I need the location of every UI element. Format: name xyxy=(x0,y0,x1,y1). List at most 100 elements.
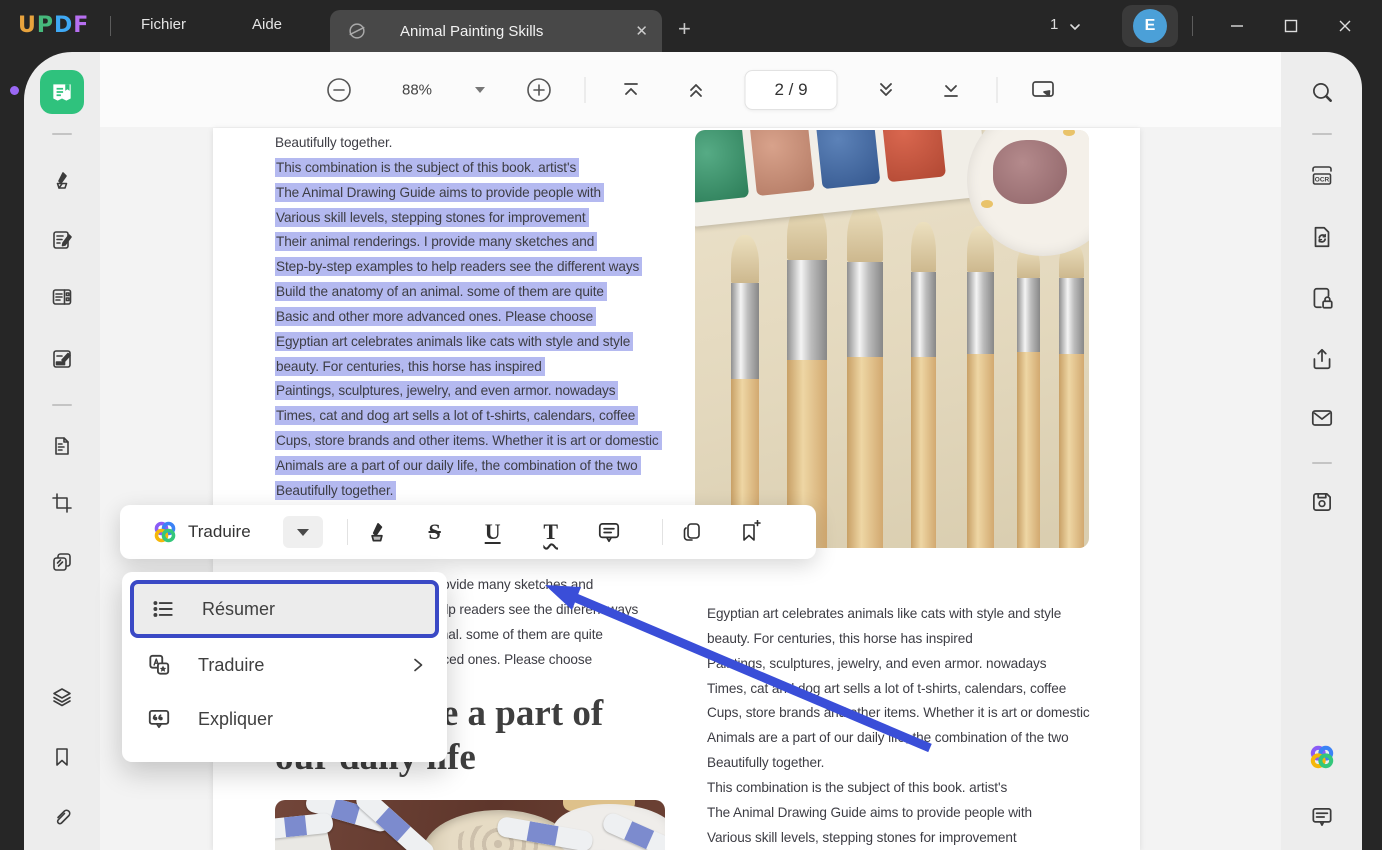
pdf-image-paint-tubes xyxy=(275,800,665,850)
app-shell: 88% 2 / 9 xyxy=(24,52,1362,850)
paintbrush xyxy=(731,235,759,548)
layers-icon xyxy=(50,685,74,709)
close-icon xyxy=(1338,19,1352,33)
tab-close-icon[interactable]: ✕ xyxy=(635,22,648,40)
sidebar-item-comment[interactable] xyxy=(42,160,82,200)
pdf-text-line: Build the anatomy of an animal. some of … xyxy=(275,280,662,305)
save-icon xyxy=(1309,489,1335,515)
sidebar-item-ocr[interactable]: OCR xyxy=(1302,156,1342,196)
ocr-icon: OCR xyxy=(1309,163,1335,189)
pdf-text-line: Cups, store brands and other items. Whet… xyxy=(275,429,662,454)
sidebar-item-bookmarks[interactable] xyxy=(42,737,82,777)
pdf-text-line: Step-by-step examples to help readers se… xyxy=(275,255,662,280)
account-button[interactable]: E xyxy=(1122,5,1178,47)
pdf-text-line: Beautifully together. xyxy=(275,479,662,504)
sidebar-item-convert[interactable] xyxy=(1302,217,1342,257)
menu-item-summarize[interactable]: Résumer xyxy=(130,580,439,638)
document-tab[interactable]: Animal Painting Skills ✕ xyxy=(330,10,662,52)
copy-button[interactable] xyxy=(663,520,721,544)
copy-icon xyxy=(680,520,704,544)
avatar: E xyxy=(1133,9,1167,43)
highlight-button[interactable] xyxy=(348,519,406,545)
sidebar-item-save[interactable] xyxy=(1302,482,1342,522)
divider xyxy=(52,133,72,135)
previous-page-button[interactable] xyxy=(684,78,708,102)
explain-quote-icon xyxy=(146,706,172,732)
comment-button[interactable] xyxy=(580,519,638,545)
sidebar-item-protect[interactable] xyxy=(1302,278,1342,318)
last-page-button[interactable] xyxy=(939,78,963,102)
logo-letter: U xyxy=(18,13,37,38)
bookmark-icon xyxy=(50,745,74,769)
pdf-left-column: Beautifully together. This combination i… xyxy=(275,131,662,504)
chevron-right-icon xyxy=(409,656,427,674)
window-count-dropdown[interactable]: 1 xyxy=(1050,16,1058,33)
document-viewport[interactable]: Beautifully together. This combination i… xyxy=(100,127,1281,850)
zoom-out-button[interactable] xyxy=(325,76,353,104)
divider xyxy=(110,16,111,36)
sidebar-item-updf-ai[interactable] xyxy=(1302,737,1342,777)
next-page-button[interactable] xyxy=(874,78,898,102)
highlighter-icon xyxy=(364,519,390,545)
sidebar-item-comment-panel[interactable] xyxy=(1302,797,1342,837)
title-bar: UPDF Fichier Aide Animal Painting Skills… xyxy=(0,0,1382,52)
new-tab-button[interactable]: + xyxy=(678,16,691,42)
pdf-image-brushes xyxy=(695,130,1089,548)
underline-button[interactable]: U xyxy=(464,521,522,543)
sidebar-item-crop-pages[interactable] xyxy=(42,483,82,523)
presentation-mode-button[interactable] xyxy=(1030,77,1056,103)
strikethrough-button[interactable]: S xyxy=(406,521,464,543)
menu-item-explain[interactable]: Expliquer xyxy=(122,692,447,746)
bookmark-plus-icon xyxy=(738,520,762,544)
sidebar-item-email[interactable] xyxy=(1302,398,1342,438)
notification-dot xyxy=(10,86,19,95)
minimize-button[interactable] xyxy=(1223,14,1251,38)
ai-action-button[interactable]: Traduire xyxy=(188,522,251,542)
pdf-text-line: Animals are a part of our daily life, th… xyxy=(275,454,662,479)
sidebar-item-edit-pdf[interactable] xyxy=(42,220,82,260)
chevron-down-icon[interactable] xyxy=(1068,20,1082,34)
pdf-text-line: This combination is the subject of this … xyxy=(707,776,1090,801)
bookmark-add-button[interactable] xyxy=(721,520,779,544)
squiggly-underline-button[interactable]: T xyxy=(522,521,580,543)
sidebar-item-reader-mode[interactable] xyxy=(40,70,84,114)
paintbrush xyxy=(911,222,936,548)
menu-item-translate[interactable]: Traduire xyxy=(122,638,447,692)
sidebar-item-search[interactable] xyxy=(1302,72,1342,112)
menu-aide[interactable]: Aide xyxy=(252,16,282,33)
pdf-text-line: This combination is the subject of this … xyxy=(275,156,662,181)
first-page-button[interactable] xyxy=(619,78,643,102)
underline-icon: U xyxy=(485,521,501,543)
presentation-icon xyxy=(1030,77,1056,103)
zoom-in-button[interactable] xyxy=(525,76,553,104)
sidebar-item-attachments[interactable] xyxy=(42,797,82,837)
minimize-icon xyxy=(1230,19,1244,33)
go-to-top-icon xyxy=(619,78,643,102)
paintbrush xyxy=(847,204,883,548)
paintbrush xyxy=(787,202,827,548)
double-chevron-down-icon xyxy=(874,78,898,102)
menu-fichier[interactable]: Fichier xyxy=(141,16,186,33)
menu-item-label: Expliquer xyxy=(198,709,273,730)
chevron-down-icon xyxy=(475,87,485,93)
edit-document-icon xyxy=(50,228,74,252)
ai-action-dropdown-button[interactable] xyxy=(283,516,323,548)
page-indicator-input[interactable]: 2 / 9 xyxy=(745,70,838,110)
zoom-dropdown[interactable] xyxy=(475,87,485,93)
sidebar-item-fill-sign[interactable] xyxy=(42,339,82,379)
comment-panel-icon xyxy=(1309,804,1335,830)
paperclip-icon xyxy=(50,805,74,829)
go-to-bottom-icon xyxy=(939,78,963,102)
close-button[interactable] xyxy=(1331,14,1359,38)
crop-icon xyxy=(50,491,74,515)
svg-text:OCR: OCR xyxy=(1314,177,1329,184)
logo-letter: F xyxy=(73,13,89,38)
sidebar-item-organize-pages[interactable] xyxy=(42,277,82,317)
paintbrush xyxy=(967,226,994,548)
sidebar-item-slides[interactable] xyxy=(42,542,82,582)
maximize-button[interactable] xyxy=(1277,14,1305,38)
pdf-text-line: Animals are a part of our daily life, th… xyxy=(707,726,1090,751)
sidebar-item-page-tools[interactable] xyxy=(42,426,82,466)
sidebar-item-layers[interactable] xyxy=(42,677,82,717)
sidebar-item-share[interactable] xyxy=(1302,339,1342,379)
